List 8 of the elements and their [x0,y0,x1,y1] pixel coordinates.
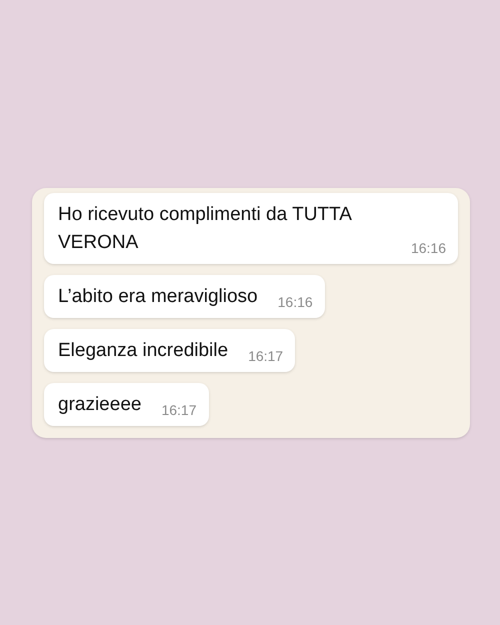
message-text: Ho ricevuto complimenti da TUTTA VERONA [58,202,352,254]
message-time: 16:17 [161,400,196,420]
message-time: 16:16 [278,292,313,312]
message-text: grazieeee [58,392,142,416]
message-time: 16:16 [410,238,446,258]
message-time: 16:17 [248,346,284,366]
message-text: L’abito era meraviglioso [58,284,258,308]
message-text: Eleganza incredibile [58,338,228,362]
